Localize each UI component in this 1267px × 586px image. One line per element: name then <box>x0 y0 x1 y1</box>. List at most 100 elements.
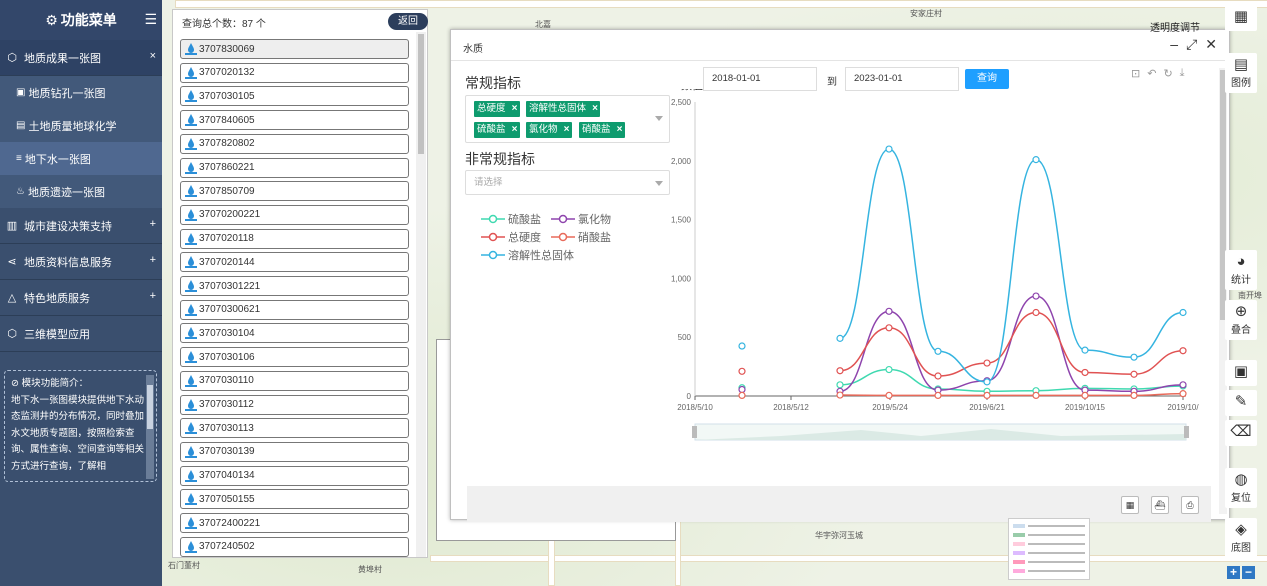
sidebar-subitem-heritage[interactable]: ♨ 地质遗迹一张图 <box>0 175 162 208</box>
zoom-icon[interactable]: ⊡ <box>1131 67 1140 80</box>
well-icon <box>185 232 197 245</box>
list-item[interactable]: 37070301221 <box>180 276 409 296</box>
well-id: 37072400221 <box>199 517 261 529</box>
stats-button[interactable]: ◕ 统计 <box>1225 250 1257 290</box>
well-icon <box>185 445 197 458</box>
list-item[interactable]: 3707820802 <box>180 133 409 154</box>
print-icon[interactable]: ⎙ <box>1181 496 1199 514</box>
legend-item[interactable]: 氯化物 <box>551 211 611 227</box>
y-tick-label: 0 <box>687 392 692 401</box>
map-label: 石门董村 <box>168 561 200 570</box>
data-point <box>1179 381 1187 389</box>
basemap-button[interactable]: ◈ 底图 <box>1225 518 1257 558</box>
list-item[interactable]: 3707050155 <box>180 489 409 510</box>
expand-icon[interactable]: + <box>150 218 156 230</box>
well-icon <box>185 137 197 150</box>
list-item[interactable]: 37072400221 <box>180 513 409 533</box>
intro-scrollbar[interactable] <box>146 375 154 479</box>
data-point <box>983 359 991 367</box>
expand-icon[interactable]: + <box>150 254 156 266</box>
list-item[interactable]: 3707030139 <box>180 441 409 462</box>
date-from-input[interactable]: 2018-01-01 <box>703 67 817 91</box>
well-id: 3707050155 <box>199 493 255 505</box>
list-item[interactable]: 3707830069 <box>180 39 409 59</box>
list-item[interactable]: 3707860221 <box>180 157 409 178</box>
ship-icon[interactable]: ⛴ <box>1151 496 1169 514</box>
zoom-out-button[interactable]: − <box>1242 566 1255 579</box>
overlay-button[interactable]: ⊕ 叠合 <box>1225 300 1257 340</box>
undo-icon[interactable]: ↶ <box>1147 67 1156 80</box>
sidebar-subitem-borehole[interactable]: ▣ 地质钻孔一张图 <box>0 76 162 109</box>
back-button[interactable]: 返回 <box>388 13 428 30</box>
remove-icon[interactable]: × <box>564 122 570 138</box>
legend-button[interactable]: ▤ 图例 <box>1225 53 1257 93</box>
list-item[interactable]: 3707030112 <box>180 394 409 415</box>
list-item[interactable]: 3707030106 <box>180 347 409 368</box>
list-item[interactable]: 3707030113 <box>180 418 409 439</box>
legend-item[interactable]: 总硬度 <box>481 229 541 245</box>
sidebar-item-geo-info[interactable]: ⋖ 地质资料信息服务 + <box>0 244 162 280</box>
list-item[interactable]: 3707030110 <box>180 370 409 391</box>
remove-icon[interactable]: × <box>592 101 598 117</box>
line-chart[interactable]: 数值 0 500 1,000 1,500 2,000 2,500 2018/5/10 2018/… <box>661 89 1201 469</box>
maximize-icon[interactable]: ⤢ <box>1186 36 1197 53</box>
measure-icon: ▣ <box>1233 363 1249 380</box>
legend-item[interactable]: 溶解性总固体 <box>481 247 574 263</box>
date-to-input[interactable]: 2023-01-01 <box>845 67 959 91</box>
menu-icon[interactable]: ☰ <box>144 11 157 28</box>
sidebar-subitem-groundwater[interactable]: ≡ 地下水一张图 <box>0 142 162 175</box>
legend-item[interactable]: 硫酸盐 <box>481 211 541 227</box>
remove-icon[interactable]: × <box>617 122 623 138</box>
legend-item[interactable]: 硝酸盐 <box>551 229 611 245</box>
list-item[interactable]: 3707020144 <box>180 252 409 273</box>
list-item[interactable]: 37070300621 <box>180 299 409 320</box>
list-item[interactable]: 3707020118 <box>180 228 409 249</box>
erase-button[interactable]: ⌫ <box>1225 420 1257 446</box>
data-point <box>738 342 746 350</box>
query-panel: 查询总个数：87 个 返回 3707830069 3707020132 370703… <box>172 9 428 558</box>
minimize-icon[interactable]: – <box>1170 36 1178 53</box>
list-item[interactable]: 3707030105 <box>180 86 409 107</box>
pie-chart-icon: ◕ <box>1236 253 1246 270</box>
list-item[interactable]: 3707040134 <box>180 465 409 486</box>
download-icon[interactable]: ⤓ <box>1180 67 1185 80</box>
remove-icon[interactable]: × <box>512 101 518 117</box>
sidebar-item-3d[interactable]: ⬡ 三维模型应用 <box>0 316 162 352</box>
y-tick-label: 500 <box>678 333 692 342</box>
data-point <box>1081 368 1089 377</box>
transparency-label[interactable]: 透明度调节 <box>1150 19 1200 34</box>
draw-button[interactable]: ✎ <box>1225 390 1257 416</box>
list-item[interactable]: 3707840605 <box>180 110 409 131</box>
query-button[interactable]: 查询 <box>965 69 1009 89</box>
irregular-indicators-select[interactable]: 请选择 <box>465 170 670 195</box>
grid-icon[interactable]: ▦ <box>1121 496 1139 514</box>
list-item[interactable]: 3707850709 <box>180 181 409 202</box>
expand-icon[interactable]: + <box>150 290 156 302</box>
list-item[interactable]: 3707030104 <box>180 323 409 344</box>
sidebar-item-geo-results[interactable]: ⬡ 地质成果一张图 × <box>0 40 162 76</box>
data-point <box>934 372 942 380</box>
list-scrollbar[interactable] <box>416 32 426 557</box>
legend-marker-icon <box>481 232 505 242</box>
zoom-in-button[interactable]: + <box>1227 566 1240 579</box>
sidebar-item-city-planning[interactable]: ▥ 城市建设决策支持 + <box>0 208 162 244</box>
refresh-icon[interactable]: ↻ <box>1163 67 1172 80</box>
list-item[interactable]: 37070200221 <box>180 204 409 225</box>
data-point <box>885 307 893 315</box>
remove-icon[interactable]: × <box>512 122 518 138</box>
measure-button[interactable]: ▣ <box>1225 360 1257 386</box>
well-id: 3707830069 <box>199 43 255 55</box>
sidebar-item-label: 特色地质服务 <box>24 292 90 305</box>
sidebar-item-special[interactable]: △ 特色地质服务 + <box>0 280 162 316</box>
list-item[interactable]: 3707020132 <box>180 62 409 83</box>
tag-label: 氯化物 <box>529 124 558 135</box>
sidebar-subitem-soil[interactable]: ▤ 土地质量地球化学 <box>0 109 162 142</box>
collapse-icon[interactable]: × <box>150 50 156 62</box>
layers-button[interactable]: ▦ <box>1225 5 1257 31</box>
regular-indicators-select[interactable]: 总硬度 × 溶解性总固体 × 硫酸盐 × 氯化物 × 硝酸盐 × <box>465 95 670 143</box>
reset-button[interactable]: ◍ 复位 <box>1225 468 1257 508</box>
well-id: 3707030105 <box>199 90 255 102</box>
list-item[interactable]: 3707240502 <box>180 536 409 557</box>
close-icon[interactable]: ✕ <box>1205 36 1217 53</box>
dialog-scrollbar[interactable] <box>1219 68 1227 514</box>
